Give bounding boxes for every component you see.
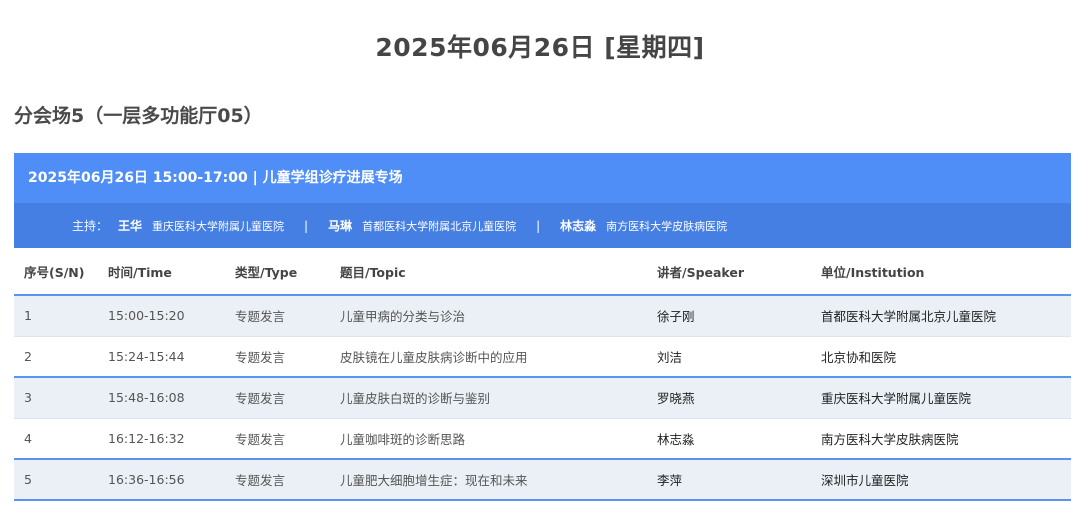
cell-type: 专题发言	[225, 377, 330, 418]
column-header-speaker: 讲者/Speaker	[647, 248, 811, 296]
host-institution: 首都医科大学附属北京儿童医院	[362, 219, 517, 233]
cell-sn: 2	[14, 336, 98, 377]
table-row: 3 15:48-16:08 专题发言 儿童皮肤白斑的诊断与鉴别 罗晓燕 重庆医科…	[14, 377, 1071, 418]
date-title: 2025年06月26日 [星期四]	[375, 33, 705, 62]
host-separator: |	[304, 218, 309, 233]
cell-topic: 皮肤镜在儿童皮肤病诊断中的应用	[330, 336, 647, 377]
cell-institution: 南方医科大学皮肤病医院	[811, 418, 1071, 459]
cell-sn: 3	[14, 377, 98, 418]
column-header-institution: 单位/Institution	[811, 248, 1071, 296]
table-row: 4 16:12-16:32 专题发言 儿童咖啡斑的诊断思路 林志淼 南方医科大学…	[14, 418, 1071, 459]
cell-sn: 5	[14, 459, 98, 500]
cell-type: 专题发言	[225, 459, 330, 500]
host-name: 马琳	[328, 219, 353, 233]
column-header-time: 时间/Time	[98, 248, 225, 296]
table-row: 2 15:24-15:44 专题发言 皮肤镜在儿童皮肤病诊断中的应用 刘洁 北京…	[14, 336, 1071, 377]
cell-topic: 儿童肥大细胞增生症：现在和未来	[330, 459, 647, 500]
cell-topic: 儿童皮肤白斑的诊断与鉴别	[330, 377, 647, 418]
cell-speaker: 徐子刚	[647, 295, 811, 336]
host-name: 林志淼	[560, 219, 597, 233]
cell-time: 16:12-16:32	[98, 418, 225, 459]
table-header-row: 序号(S/N) 时间/Time 类型/Type 题目/Topic 讲者/Spea…	[14, 248, 1071, 296]
column-header-type: 类型/Type	[225, 248, 330, 296]
hall-title: 分会场5（一层多功能厅05）	[14, 105, 263, 127]
table-row: 1 15:00-15:20 专题发言 儿童甲病的分类与诊治 徐子刚 首都医科大学…	[14, 295, 1071, 336]
cell-institution: 深圳市儿童医院	[811, 459, 1071, 500]
cell-speaker: 刘洁	[647, 336, 811, 377]
cell-institution: 首都医科大学附属北京儿童医院	[811, 295, 1071, 336]
table-row: 5 16:36-16:56 专题发言 儿童肥大细胞增生症：现在和未来 李萍 深圳…	[14, 459, 1071, 500]
cell-time: 15:48-16:08	[98, 377, 225, 418]
session-block: 2025年06月26日 15:00-17:00 | 儿童学组诊疗进展专场 主持：…	[14, 153, 1071, 501]
cell-institution: 北京协和医院	[811, 336, 1071, 377]
cell-time: 16:36-16:56	[98, 459, 225, 500]
host-separator: |	[536, 218, 541, 233]
cell-speaker: 罗晓燕	[647, 377, 811, 418]
cell-type: 专题发言	[225, 336, 330, 377]
cell-speaker: 林志淼	[647, 418, 811, 459]
host-label: 主持：	[72, 219, 109, 233]
cell-type: 专题发言	[225, 418, 330, 459]
cell-time: 15:24-15:44	[98, 336, 225, 377]
cell-institution: 重庆医科大学附属儿童医院	[811, 377, 1071, 418]
host-name: 王华	[118, 219, 143, 233]
host-institution: 南方医科大学皮肤病医院	[606, 219, 728, 233]
column-header-topic: 题目/Topic	[330, 248, 647, 296]
cell-sn: 4	[14, 418, 98, 459]
cell-type: 专题发言	[225, 295, 330, 336]
cell-sn: 1	[14, 295, 98, 336]
schedule-table: 序号(S/N) 时间/Time 类型/Type 题目/Topic 讲者/Spea…	[14, 248, 1071, 501]
cell-topic: 儿童咖啡斑的诊断思路	[330, 418, 647, 459]
hosts-bar: 主持： 王华 重庆医科大学附属儿童医院 | 马琳 首都医科大学附属北京儿童医院 …	[14, 203, 1071, 248]
cell-speaker: 李萍	[647, 459, 811, 500]
cell-time: 15:00-15:20	[98, 295, 225, 336]
cell-topic: 儿童甲病的分类与诊治	[330, 295, 647, 336]
host-institution: 重庆医科大学附属儿童医院	[152, 219, 285, 233]
column-header-sn: 序号(S/N)	[14, 248, 98, 296]
session-title: 2025年06月26日 15:00-17:00 | 儿童学组诊疗进展专场	[14, 153, 1071, 203]
